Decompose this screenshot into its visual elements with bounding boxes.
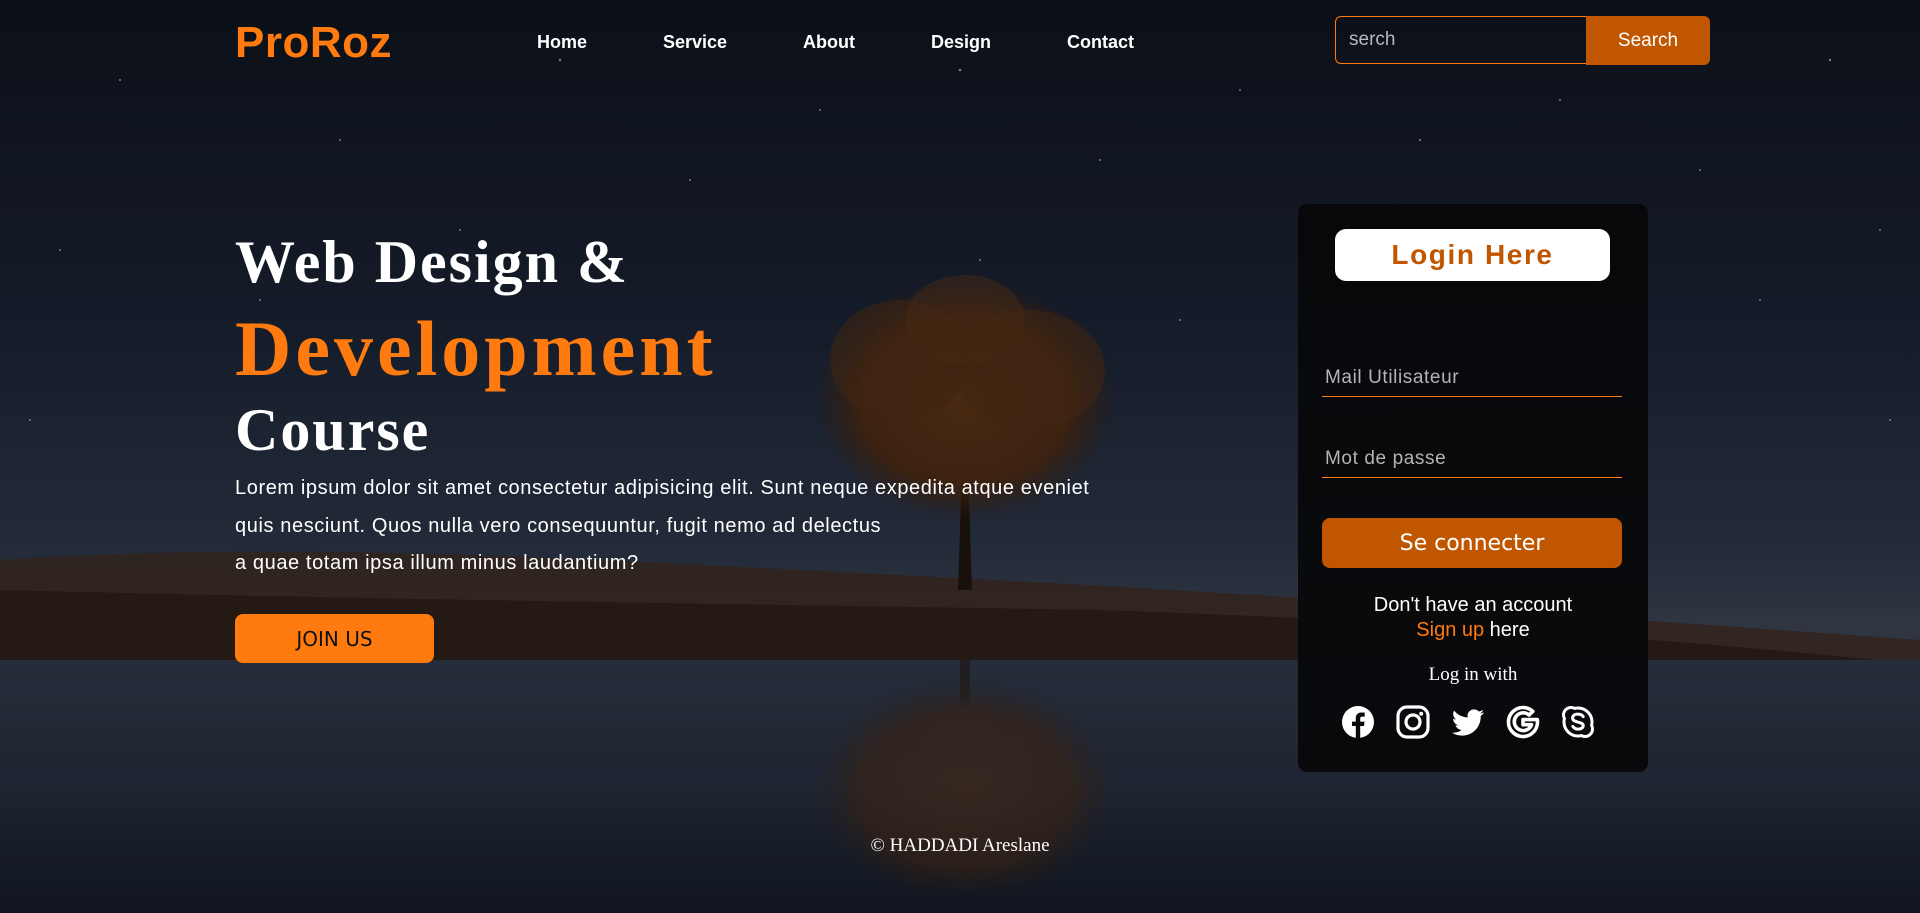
search-input[interactable]	[1335, 16, 1587, 64]
google-icon[interactable]	[1505, 704, 1541, 740]
connect-button[interactable]: Se connecter	[1322, 518, 1622, 568]
instagram-icon[interactable]	[1395, 704, 1431, 740]
hero-paragraph-line2: quis nesciunt. Quos nulla vero consequun…	[235, 515, 882, 537]
brand-logo[interactable]: ProRoz	[235, 18, 392, 68]
skype-icon[interactable]	[1560, 704, 1596, 740]
login-card	[1298, 204, 1648, 772]
nav-link-service[interactable]: Service	[663, 32, 727, 53]
signup-link[interactable]: Sign up	[1416, 619, 1484, 641]
nav-link-home[interactable]: Home	[537, 32, 587, 53]
nav-link-about[interactable]: About	[803, 32, 855, 53]
email-field[interactable]	[1322, 359, 1622, 397]
signup-line: Sign up here	[1298, 619, 1648, 642]
nav-link-design[interactable]: Design	[931, 32, 991, 53]
hero-title-line3: Course	[235, 397, 431, 463]
password-field[interactable]	[1322, 440, 1622, 478]
join-us-button[interactable]: JOIN US	[235, 614, 434, 663]
login-with-label: Log in with	[1428, 664, 1518, 685]
nav-link-contact[interactable]: Contact	[1067, 32, 1134, 53]
signup-suffix: here	[1484, 619, 1530, 641]
hero-paragraph-line3: a quae totam ipsa illum minus laudantium…	[235, 552, 639, 574]
no-account-text: Don't have an account	[1373, 594, 1573, 616]
hero-paragraph-line1: Lorem ipsum dolor sit amet consectetur a…	[235, 477, 1090, 499]
login-title: Login Here	[1335, 229, 1610, 281]
hero-title-highlight: Development	[235, 305, 717, 392]
twitter-icon[interactable]	[1450, 704, 1486, 740]
facebook-icon[interactable]	[1340, 704, 1376, 740]
footer-copyright: © HADDADI Areslane	[870, 835, 1050, 856]
hero-title-line1: Web Design &	[235, 229, 630, 295]
search-button[interactable]: Search	[1586, 16, 1710, 65]
